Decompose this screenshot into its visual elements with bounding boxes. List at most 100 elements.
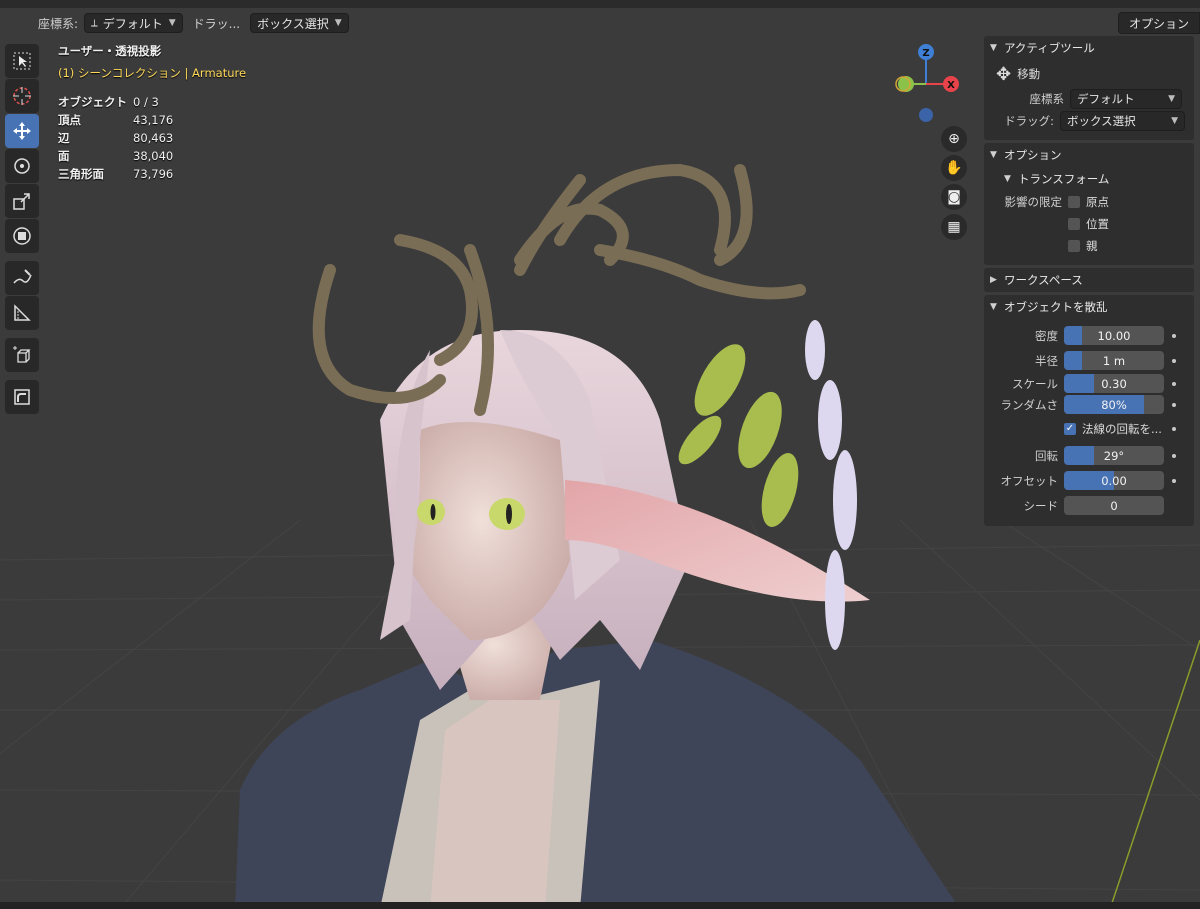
stat-row: 面 38,040 [58, 147, 246, 165]
move-icon [13, 122, 31, 140]
section-title: オブジェクトを散乱 [1004, 300, 1108, 314]
stat-label: 三角形面 [58, 167, 104, 181]
locations-checkbox[interactable] [1068, 218, 1080, 230]
active-tool-header[interactable]: ▼ アクティブツール [984, 36, 1194, 60]
navigation-gizmo[interactable]: Z X [888, 40, 968, 130]
orientation-dropdown[interactable]: デフォルト ▼ [1070, 89, 1182, 109]
normal-rotation-checkbox[interactable]: ✓ [1064, 423, 1076, 435]
perspective-button[interactable]: ▦ [941, 214, 967, 240]
affect-locations-row: 位置 [984, 213, 1194, 235]
seed-field[interactable]: 0 [1064, 496, 1164, 515]
zoom-button[interactable]: ⊕ [941, 126, 967, 152]
neg-z-axis-handle [919, 108, 933, 122]
radius-fill [1064, 351, 1082, 370]
offset-field[interactable]: 0.00 [1064, 471, 1164, 490]
keyframe-dot[interactable] [1172, 333, 1176, 338]
drag-dropdown[interactable]: ボックス選択 ▼ [250, 13, 349, 33]
collection-info: (1) シーンコレクション | Armature [58, 66, 247, 80]
scale-row: スケール 0.30 [984, 373, 1194, 394]
keyframe-dot[interactable] [1172, 358, 1176, 363]
x-axis-label: X [947, 80, 955, 91]
drag-label: ドラッ... [192, 16, 241, 31]
affect-parents-row: 親 [984, 235, 1194, 257]
hand-pan-icon: ✋ [945, 160, 963, 176]
cursor-icon [13, 87, 31, 105]
offset-row: オフセット 0.00 [984, 468, 1194, 493]
rotate-icon [14, 158, 30, 174]
wisteria [678, 344, 799, 527]
orientation-label: 座標系: [38, 16, 79, 31]
scale-label: スケール [1012, 376, 1058, 391]
orientation-value: デフォルト [1077, 92, 1135, 106]
orientation-row: 座標系 デフォルト ▼ [984, 88, 1194, 110]
stat-value: 43,176 [133, 113, 174, 127]
origins-checkbox[interactable] [1068, 196, 1080, 208]
scale-fill [1064, 374, 1094, 393]
stat-label: オブジェクト [58, 95, 127, 109]
keyframe-dot[interactable] [1172, 453, 1176, 458]
camera-button[interactable]: ◙ [941, 184, 967, 210]
stat-value: 0 / 3 [133, 95, 159, 109]
select-box-icon [13, 52, 31, 70]
section-title: オプション [1004, 148, 1062, 162]
seed-label: シード [1023, 498, 1059, 513]
rotation-field[interactable]: 29° [1064, 446, 1164, 465]
radius-value: 1 m [1102, 353, 1126, 368]
transform-icon [13, 227, 31, 245]
radius-label: 半径 [1035, 353, 1058, 368]
drag-row: ドラッグ: ボックス選択 ▼ [984, 110, 1194, 132]
sidebar-panel: ▼ アクティブツール ✥ 移動 座標系 デフォルト ▼ ドラッグ: ボックス選択 ▼ … [984, 36, 1194, 536]
density-fill [1064, 326, 1082, 345]
stat-label: 頂点 [58, 113, 81, 127]
density-label: 密度 [1035, 328, 1058, 343]
randomness-field[interactable]: 80% [1064, 395, 1164, 414]
scatter-header[interactable]: ▼ オブジェクトを散乱 [984, 295, 1194, 319]
radius-field[interactable]: 1 m [1064, 351, 1164, 370]
rotate-tool[interactable] [5, 149, 39, 183]
keyframe-dot[interactable] [1172, 427, 1176, 431]
transform-tool[interactable] [5, 219, 39, 253]
section-title: アクティブツール [1004, 41, 1095, 55]
zoom-icon: ⊕ [948, 131, 960, 147]
chevron-down-icon: ▼ [990, 302, 997, 312]
scale-tool[interactable] [5, 184, 39, 218]
camera-icon: ◙ [947, 189, 961, 205]
chevron-down-icon: ▼ [168, 18, 176, 28]
options-header[interactable]: ▼ オプション [984, 143, 1194, 167]
drag-dropdown[interactable]: ボックス選択 ▼ [1060, 111, 1185, 131]
robe [235, 640, 960, 909]
rotation-value: 29° [1103, 448, 1125, 463]
drag-label: ドラッグ: [1004, 114, 1054, 128]
options-label: オプション [1128, 16, 1189, 31]
move-tool[interactable] [5, 114, 39, 148]
keyframe-dot[interactable] [1172, 402, 1176, 407]
scale-field[interactable]: 0.30 [1064, 374, 1164, 393]
scale-icon [13, 193, 30, 210]
z-axis-label: Z [922, 48, 929, 59]
parents-checkbox[interactable] [1068, 240, 1080, 252]
keyframe-dot[interactable] [1172, 478, 1176, 483]
stat-row: 三角形面 73,796 [58, 165, 246, 183]
subsection-title: トランスフォーム [1018, 172, 1110, 186]
shear-icon [14, 389, 30, 405]
shear-tool[interactable] [5, 380, 39, 414]
annotate-tool[interactable] [5, 261, 39, 295]
keyframe-dot[interactable] [1172, 381, 1176, 386]
workspace-header[interactable]: ▶ ワークスペース [984, 268, 1194, 292]
select-box-tool[interactable] [5, 44, 39, 78]
stat-row: オブジェクト 0 / 3 [58, 93, 246, 111]
y-axis-line [1109, 639, 1200, 909]
view-title: ユーザー・透視投影 [58, 44, 162, 58]
measure-icon [14, 304, 31, 321]
options-button[interactable]: オプション [1117, 12, 1200, 34]
cursor-tool[interactable] [5, 79, 39, 113]
measure-tool[interactable] [5, 296, 39, 330]
randomness-value: 80% [1101, 397, 1127, 412]
orientation-dropdown[interactable]: ⟂ デフォルト ▼ [84, 13, 183, 33]
top-header-strip [0, 0, 1200, 8]
add-cube-tool[interactable] [5, 338, 39, 372]
pan-button[interactable]: ✋ [941, 155, 967, 181]
transform-subheader[interactable]: ▼ トランスフォーム [984, 167, 1194, 191]
density-field[interactable]: 10.00 [1064, 326, 1164, 345]
active-tool-row: ✥ 移動 [984, 60, 1194, 88]
